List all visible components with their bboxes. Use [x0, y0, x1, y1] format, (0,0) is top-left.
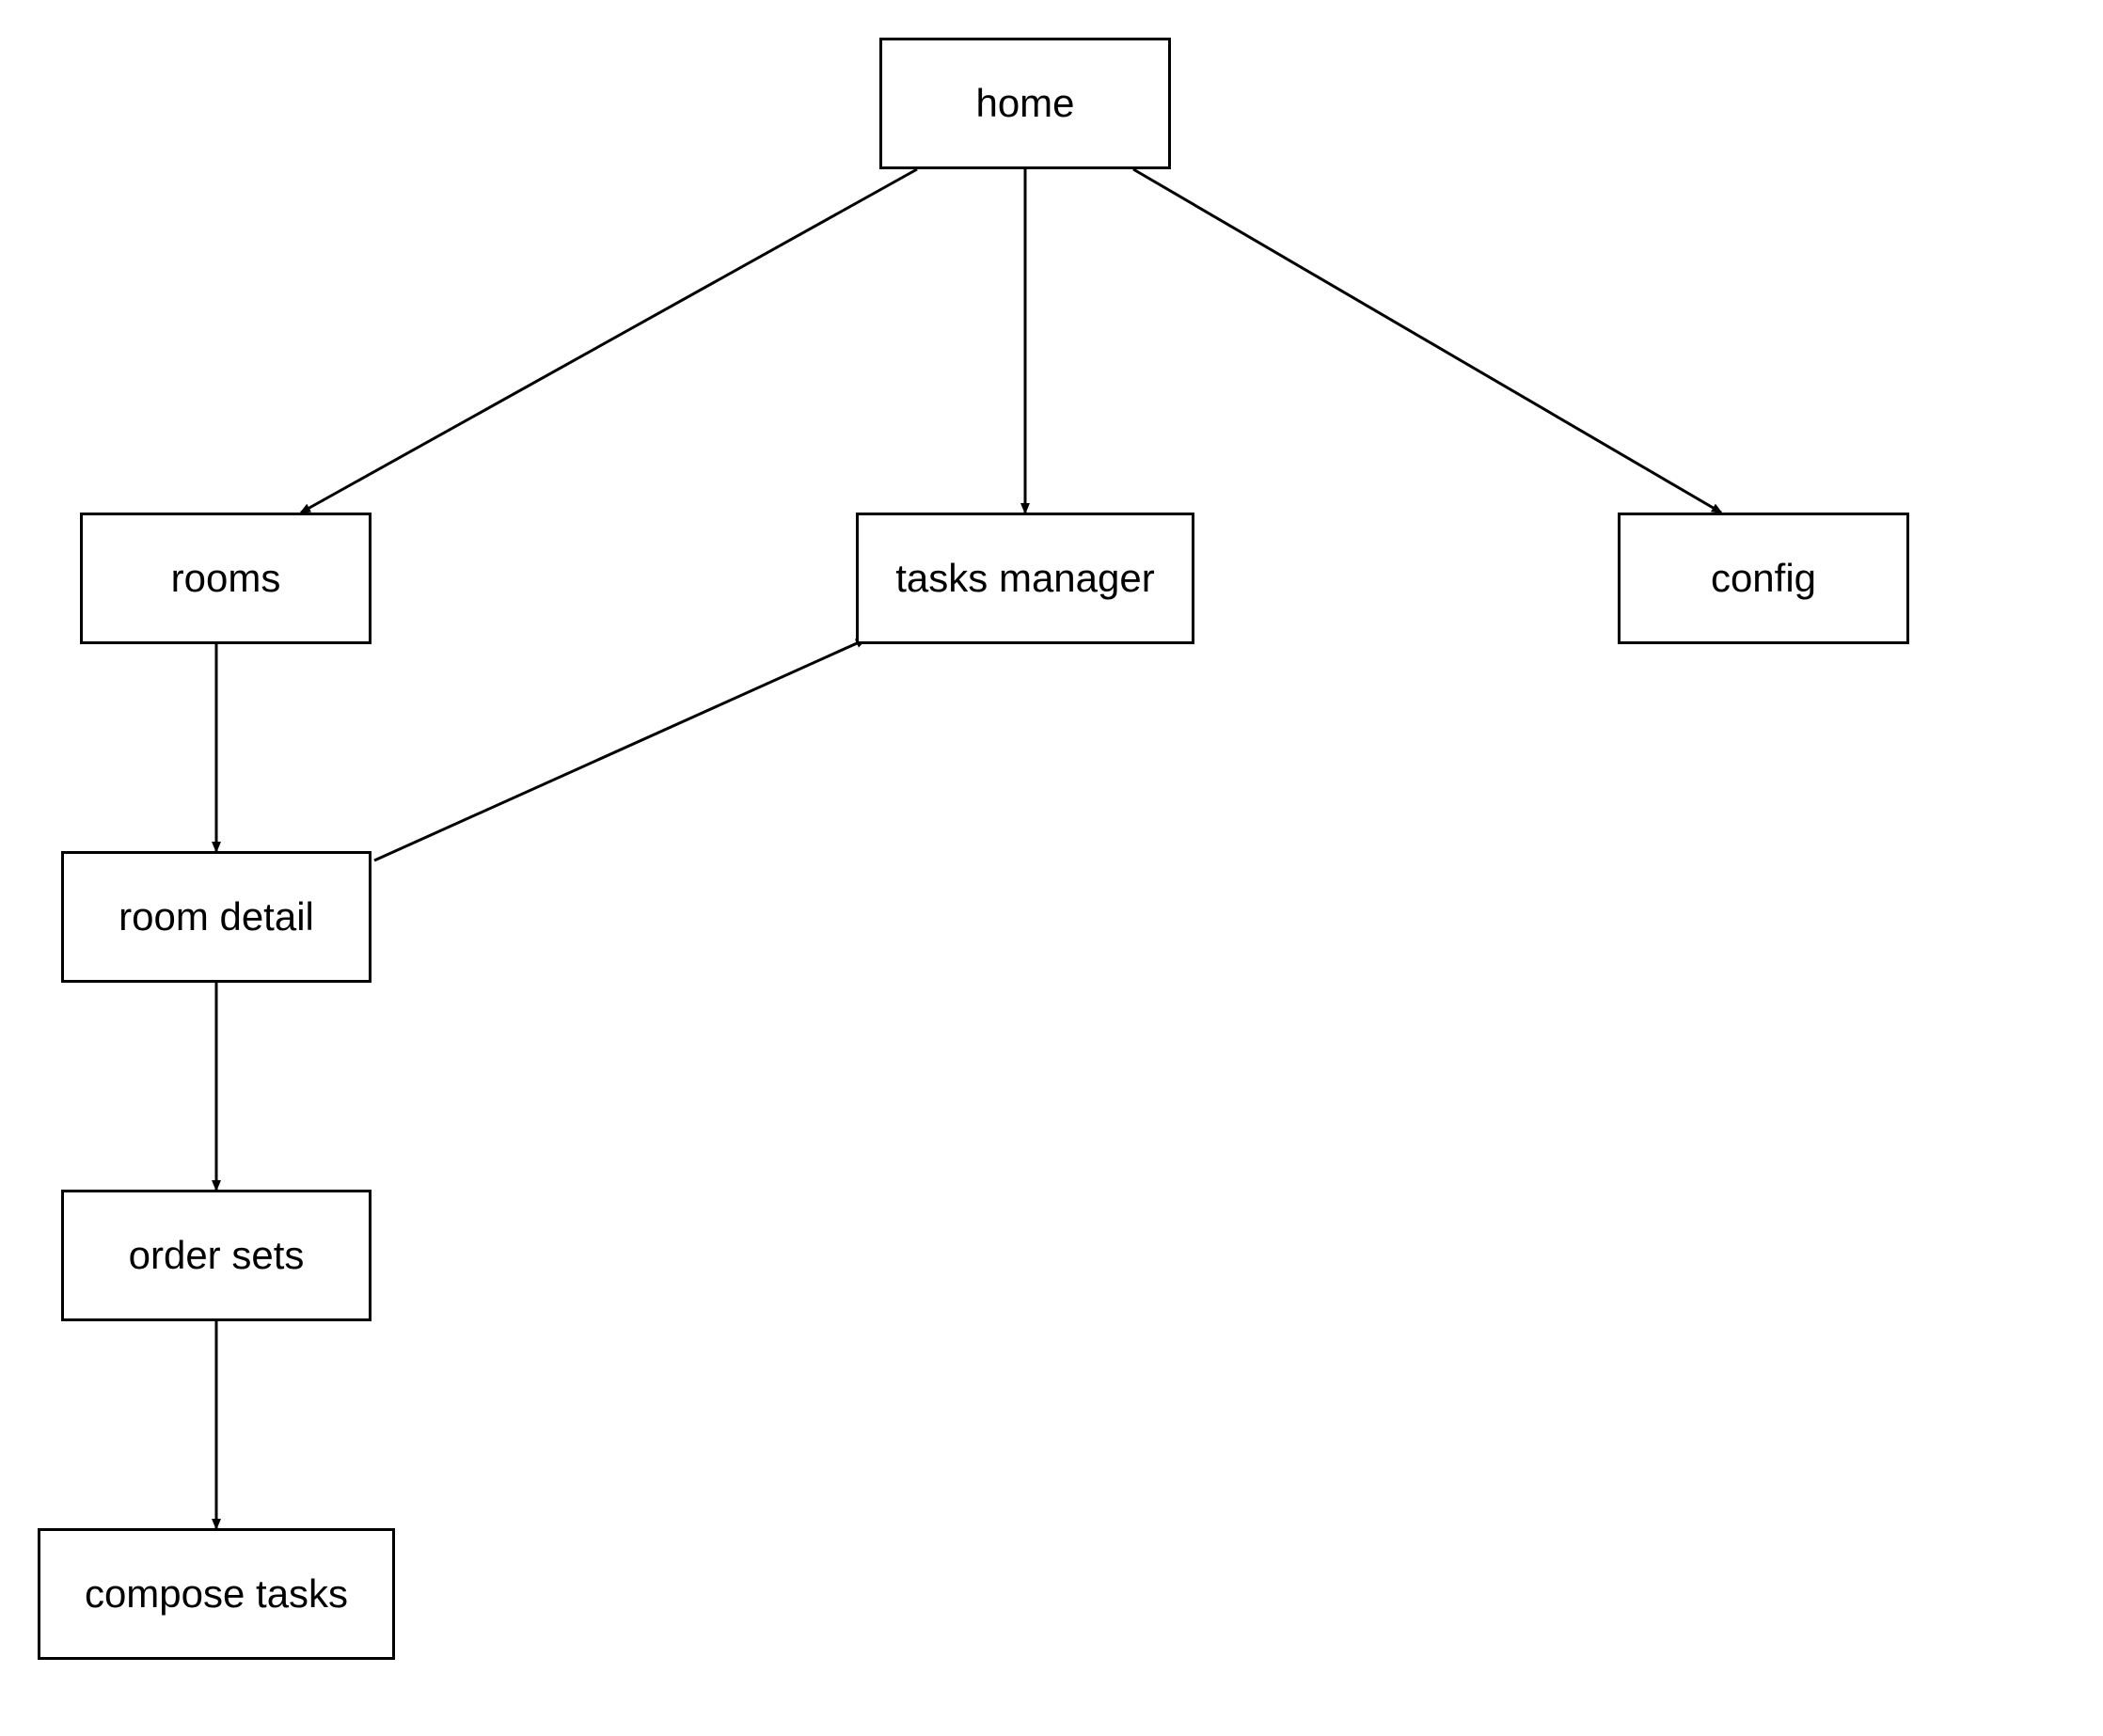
node-compose-tasks-label: compose tasks — [85, 1571, 348, 1617]
edge-room-detail-tasks-manager — [374, 639, 865, 860]
node-room-detail-label: room detail — [119, 894, 314, 939]
node-compose-tasks: compose tasks — [38, 1528, 395, 1660]
edge-home-config — [1133, 169, 1721, 513]
diagram-canvas: home rooms tasks manager config room det… — [0, 0, 2103, 1736]
node-rooms-label: rooms — [171, 556, 281, 601]
node-tasks-manager: tasks manager — [856, 513, 1194, 644]
node-room-detail: room detail — [61, 851, 372, 983]
node-config: config — [1618, 513, 1909, 644]
node-home-label: home — [975, 81, 1074, 126]
node-order-sets-label: order sets — [129, 1233, 305, 1278]
node-tasks-manager-label: tasks manager — [895, 556, 1154, 601]
node-rooms: rooms — [80, 513, 372, 644]
node-home: home — [879, 38, 1171, 169]
edge-home-rooms — [301, 169, 917, 513]
node-config-label: config — [1711, 556, 1816, 601]
node-order-sets: order sets — [61, 1190, 372, 1321]
